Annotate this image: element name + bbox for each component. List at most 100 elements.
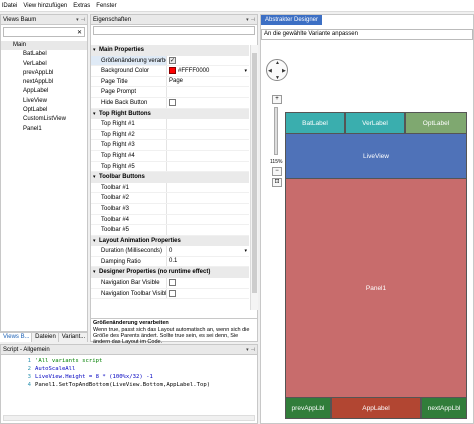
property-value[interactable] (167, 278, 249, 288)
zoom-out-button[interactable]: − (272, 167, 282, 176)
close-icon[interactable]: ✕ (77, 29, 82, 36)
tree-item[interactable]: VerLabel (1, 60, 87, 69)
property-row[interactable]: Toolbar #4 (91, 214, 249, 226)
arrow-down-icon[interactable]: ▼ (275, 75, 280, 81)
arrow-left-icon[interactable]: ◀ (268, 68, 272, 74)
property-checkbox[interactable]: ✓ (169, 56, 176, 64)
property-value[interactable] (167, 98, 249, 108)
property-row[interactable]: Toolbar #3 (91, 203, 249, 215)
property-value[interactable] (167, 215, 249, 225)
zoom-in-button[interactable]: + (272, 95, 282, 104)
tree-root-main[interactable]: Main (1, 41, 87, 51)
properties-scrollbar[interactable] (250, 45, 258, 310)
tree-item[interactable]: CustomListView (1, 115, 87, 124)
property-value[interactable] (167, 193, 249, 203)
script-hscrollbar[interactable] (3, 415, 255, 421)
property-row[interactable]: Page Prompt (91, 87, 249, 98)
pin-icon[interactable]: ⊣ (81, 17, 85, 23)
property-row[interactable]: Navigation Toolbar Visible (91, 288, 249, 300)
property-category[interactable]: ▾ Layout Animation Properties (91, 235, 249, 247)
menu-file[interactable]: lDatei (2, 3, 17, 9)
pin-icon[interactable]: ⊣ (251, 17, 255, 23)
property-value[interactable] (167, 87, 249, 97)
view-liveview[interactable]: LiveView (285, 133, 467, 179)
tree-item[interactable]: Panel1 (1, 125, 87, 134)
arrow-right-icon[interactable]: ▶ (282, 68, 286, 74)
tree-item[interactable]: BatLabel (1, 50, 87, 59)
menu-extras[interactable]: Extras (73, 3, 90, 9)
dropdown-icon[interactable]: ▾ (246, 17, 249, 23)
tab-abstract-designer[interactable]: Abstrakter Designer (261, 15, 323, 25)
dropdown-icon[interactable]: ▾ (76, 17, 79, 23)
property-value[interactable]: 0.1 (167, 257, 249, 267)
property-value[interactable] (167, 119, 249, 129)
property-row[interactable]: Toolbar #2 (91, 193, 249, 204)
view-verlabel[interactable]: VerLabel (345, 112, 405, 134)
property-category[interactable]: ▾ Main Properties (91, 45, 249, 56)
property-row[interactable]: Top Right #4 (91, 150, 249, 162)
property-value[interactable] (167, 151, 249, 161)
property-row[interactable]: Background Color #FFFF0000 ▾ (91, 66, 249, 77)
tree-item[interactable]: prevAppLbl (1, 69, 87, 78)
abstract-designer-panel: Abstrakter Designer An die gewählte Vari… (260, 14, 474, 424)
property-value[interactable] (167, 162, 249, 172)
tab-variants[interactable]: Variant... (59, 333, 88, 342)
property-category[interactable]: ▾ Top Right Buttons (91, 108, 249, 120)
view-batlabel[interactable]: BatLabel (285, 112, 345, 134)
property-row[interactable]: Top Right #1 (91, 119, 249, 130)
variant-fit-button[interactable]: An die gewählte Variante anpassen (261, 29, 473, 40)
property-checkbox[interactable] (169, 99, 176, 107)
fit-screen-icon[interactable]: ⊡ (272, 178, 282, 187)
property-category[interactable]: ▾ Designer Properties (no runtime effect) (91, 267, 249, 279)
property-row[interactable]: Größenänderung verarbe... ✓ (91, 55, 249, 67)
tree-item[interactable]: OptLabel (1, 106, 87, 115)
arrow-up-icon[interactable]: ▲ (275, 60, 280, 66)
property-value[interactable] (167, 183, 249, 193)
property-row[interactable]: Duration (Milliseconds) 0 ▾ (91, 246, 249, 257)
property-category[interactable]: ▾ Toolbar Buttons (91, 172, 249, 183)
view-applabel[interactable]: AppLabel (331, 397, 421, 419)
property-value[interactable] (167, 225, 249, 235)
menu-window[interactable]: Fenster (96, 3, 116, 9)
view-panel1[interactable]: Panel1 (285, 178, 467, 398)
dropdown-icon[interactable]: ▾ (244, 66, 249, 77)
script-editor[interactable]: 1 'All variants script 2 AutoScaleAll 3 Liv… (1, 357, 259, 389)
dropdown-icon[interactable]: ▾ (246, 347, 249, 353)
property-value-text: 0 (169, 247, 173, 254)
tab-files[interactable]: Dateien (32, 333, 59, 342)
pan-navigator[interactable]: ▲ ▼ ◀ ▶ (266, 59, 288, 81)
property-checkbox[interactable] (169, 289, 176, 297)
property-checkbox[interactable] (169, 279, 176, 287)
view-nextapplbl[interactable]: nextAppLbl (421, 397, 467, 419)
property-row[interactable]: Navigation Bar Visible (91, 278, 249, 289)
property-row[interactable]: Top Right #2 (91, 129, 249, 141)
property-row[interactable]: Toolbar #1 (91, 182, 249, 194)
property-row[interactable]: Page Title Page (91, 76, 249, 88)
property-value[interactable]: #FFFF0000 ▾ (167, 66, 249, 76)
properties-search-input[interactable] (93, 26, 255, 35)
property-value[interactable]: ✓ (167, 56, 249, 66)
property-value[interactable] (167, 140, 249, 150)
view-optlabel[interactable]: OptLabel (405, 112, 467, 134)
zoom-slider[interactable] (274, 107, 278, 155)
tree-item[interactable]: nextAppLbl (1, 78, 87, 87)
dropdown-icon[interactable]: ▾ (244, 246, 249, 257)
menu-add-view[interactable]: View hinzufügen (23, 3, 67, 9)
property-row[interactable]: Top Right #5 (91, 161, 249, 173)
property-row[interactable]: Top Right #3 (91, 140, 249, 151)
views-search-input[interactable]: ✕ (3, 27, 85, 37)
pin-icon[interactable]: ⊣ (251, 347, 255, 353)
tree-item[interactable]: AppLabel (1, 87, 87, 96)
property-value[interactable] (167, 289, 249, 299)
property-row[interactable]: Toolbar #5 (91, 225, 249, 236)
scrollbar-thumb[interactable] (252, 53, 257, 293)
property-value[interactable]: Page (167, 77, 249, 87)
property-value[interactable]: 0 ▾ (167, 246, 249, 256)
tree-item[interactable]: LiveView (1, 97, 87, 106)
tab-views-tree[interactable]: Views B... (0, 333, 33, 342)
property-value[interactable] (167, 204, 249, 214)
view-prevapplbl[interactable]: prevAppLbl (285, 397, 331, 419)
property-row[interactable]: Hide Back Button (91, 97, 249, 109)
property-value[interactable] (167, 130, 249, 140)
property-row[interactable]: Damping Ratio 0.1 (91, 256, 249, 268)
